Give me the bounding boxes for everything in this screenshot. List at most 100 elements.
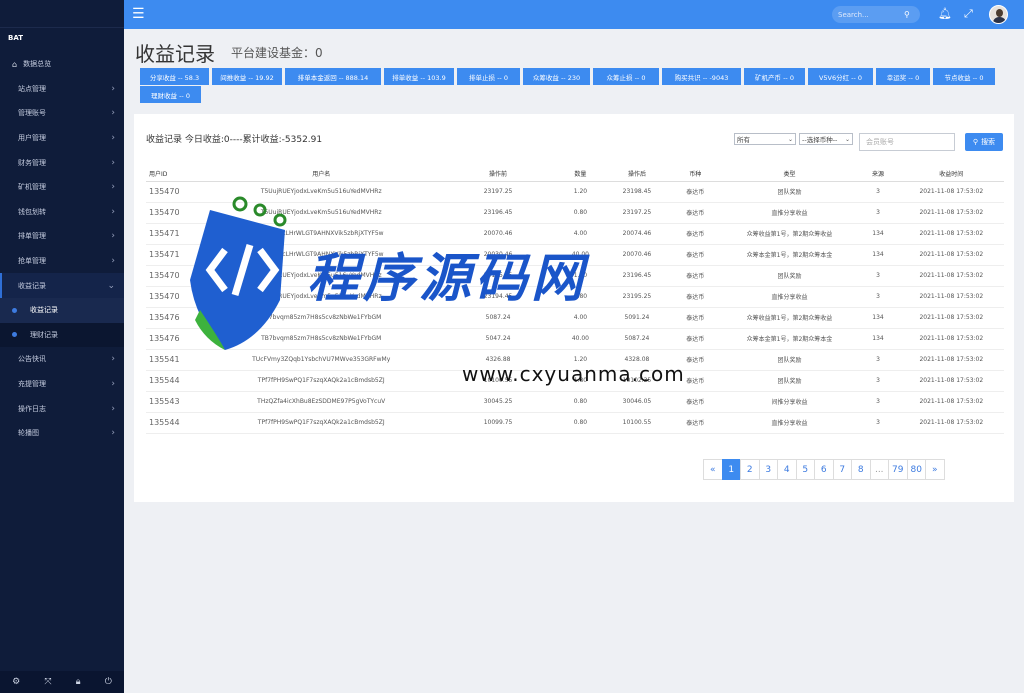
table-cell: 1.20 bbox=[555, 349, 605, 371]
summary-button[interactable]: 间推收益 -- 19.92 bbox=[212, 68, 282, 85]
sidebar-item[interactable]: 操作日志 › bbox=[0, 396, 124, 421]
summary-button[interactable]: 幸运奖 -- 0 bbox=[876, 68, 930, 85]
search-button[interactable]: ⚲ 搜索 bbox=[965, 133, 1003, 151]
chevron-right-icon: › bbox=[111, 256, 115, 267]
page-button[interactable]: 1 bbox=[721, 459, 741, 480]
page-button[interactable]: 80 bbox=[906, 459, 926, 480]
summary-button[interactable]: 矿机产币 -- 0 bbox=[744, 68, 805, 85]
avatar[interactable] bbox=[989, 5, 1008, 24]
sidebar-item-label: 财务管理 bbox=[18, 158, 46, 167]
table-cell: 5091.24 bbox=[604, 307, 670, 329]
table-cell: 2021-11-08 17:53:02 bbox=[898, 412, 1004, 434]
home-icon: ⌂ bbox=[12, 59, 18, 69]
sidebar-item[interactable]: 钱包划转 › bbox=[0, 200, 124, 225]
table-row: 135470 T5UujRUEYjodxLveKm5u516uYedMVHRz 23… bbox=[146, 202, 1004, 224]
table-cell: 135543 bbox=[146, 391, 203, 413]
sidebar-item-label: 收益记录 bbox=[18, 281, 46, 290]
page-button[interactable]: 6 bbox=[814, 459, 834, 480]
summary-button[interactable]: 排单收益 -- 103.9 bbox=[384, 68, 454, 85]
page-next-button[interactable]: » bbox=[925, 459, 945, 480]
table-cell: 23194.45 bbox=[440, 286, 556, 308]
page-button[interactable]: 4 bbox=[777, 459, 797, 480]
table-cell: 2021-11-08 17:53:02 bbox=[898, 244, 1004, 266]
sidebar-item[interactable]: 排单管理 › bbox=[0, 224, 124, 249]
table-row: 135476 TB7bvqm85zm7H8s5cv8zNbWe1FYbGM 5047… bbox=[146, 328, 1004, 350]
page-prev-button[interactable]: « bbox=[703, 459, 723, 480]
table-row: 135476 TB7bvqm85zm7H8s5cv8zNbWe1FYbGM 5087… bbox=[146, 307, 1004, 329]
page-button[interactable]: 7 bbox=[832, 459, 852, 480]
table-cell: 泰达币 bbox=[669, 286, 722, 308]
gear-icon[interactable]: ⚙ bbox=[12, 677, 20, 687]
table-cell: 134 bbox=[857, 244, 899, 266]
sidebar-subitem-label: 理财记录 bbox=[30, 330, 58, 339]
sidebar-item-earnings[interactable]: 收益记录 ⌄ bbox=[0, 273, 124, 298]
sidebar-item[interactable]: 充提管理 › bbox=[0, 372, 124, 397]
member-account-input[interactable] bbox=[859, 133, 955, 151]
type-select[interactable]: 所有 ⌄ bbox=[734, 133, 796, 145]
page-button[interactable]: 79 bbox=[888, 459, 908, 480]
column-header: 操作前 bbox=[440, 166, 556, 182]
summary-button[interactable]: 众筹收益 -- 230 bbox=[523, 68, 590, 85]
table-cell: 泰达币 bbox=[669, 244, 722, 266]
sidebar-subitem-label: 收益记录 bbox=[30, 306, 58, 315]
page-button[interactable]: 2 bbox=[740, 459, 760, 480]
table-cell: TB7bvqm85zm7H8s5cv8zNbWe1FYbGM bbox=[202, 307, 441, 329]
sidebar-item[interactable]: 轮播图 › bbox=[0, 421, 124, 446]
table-row: 135471 TKBoeUcLHrWLGT9AHNXVik5zbRjXTYF5w 2… bbox=[146, 223, 1004, 245]
table-cell: 135470 bbox=[146, 181, 203, 203]
sidebar-item[interactable]: 站点管理 › bbox=[0, 77, 124, 102]
summary-button[interactable]: 购买共识 -- -9043 bbox=[662, 68, 741, 85]
table-cell: TUcFVmy3ZQqb1YsbchVU7MWve353GRFwMy bbox=[202, 349, 441, 371]
lock-icon[interactable]: 🔒︎ bbox=[76, 677, 81, 687]
expand-icon[interactable]: ⤢ bbox=[964, 7, 973, 21]
table-cell: 40.00 bbox=[555, 244, 605, 266]
search-icon: ⚲ bbox=[972, 138, 979, 146]
table-cell: 134 bbox=[857, 328, 899, 350]
bell-icon[interactable]: 🔔︎ bbox=[938, 7, 952, 20]
table-cell: 23197.25 bbox=[440, 181, 556, 203]
table-cell: 30045.25 bbox=[440, 391, 556, 413]
summary-button[interactable]: 理财收益 -- 0 bbox=[140, 86, 201, 103]
summary-button[interactable]: V5V6分红 -- 0 bbox=[808, 68, 873, 85]
sidebar-item[interactable]: 财务管理 › bbox=[0, 150, 124, 175]
summary-button[interactable]: 节点收益 -- 0 bbox=[933, 68, 995, 85]
panel-title: 收益记录 今日收益:0----累计收益:-5352.91 bbox=[146, 135, 323, 145]
sidebar-subitem[interactable]: 收益记录 bbox=[0, 297, 124, 323]
power-icon[interactable]: ⏻ bbox=[105, 677, 112, 687]
sidebar-item[interactable]: 矿机管理 › bbox=[0, 175, 124, 200]
page-button[interactable]: 5 bbox=[795, 459, 815, 480]
table-cell: 134 bbox=[857, 223, 899, 245]
summary-button[interactable]: 众筹止损 -- 0 bbox=[593, 68, 659, 85]
chevron-right-icon: › bbox=[111, 403, 115, 414]
fullscreen-icon[interactable]: ⤧ bbox=[44, 677, 51, 687]
sidebar-item[interactable]: 公告快讯 › bbox=[0, 347, 124, 372]
chevron-right-icon: › bbox=[111, 133, 115, 144]
sidebar-item[interactable]: 用户管理 › bbox=[0, 126, 124, 151]
table-cell: 2021-11-08 17:53:02 bbox=[898, 349, 1004, 371]
page-title: 收益记录 bbox=[135, 42, 215, 66]
page-button[interactable]: 8 bbox=[851, 459, 871, 480]
summary-button[interactable]: 分享收益 -- 58.3 bbox=[140, 68, 209, 85]
top-search-input[interactable] bbox=[838, 10, 904, 19]
table-cell: T5UujRUEYjodxLveKm5u516uYedMVHRz bbox=[202, 202, 441, 224]
table-row: 135544 TPf7fPH9SwPQ1F7szqXAQk2a1cBmdsb5ZJ… bbox=[146, 370, 1004, 392]
table-cell: 135544 bbox=[146, 412, 203, 434]
table-cell: 1.20 bbox=[555, 181, 605, 203]
table-cell: 团队奖励 bbox=[721, 265, 858, 287]
sidebar-item[interactable]: 管理账号 › bbox=[0, 101, 124, 126]
menu-toggle-icon[interactable]: ☰ bbox=[132, 7, 145, 21]
page-button[interactable]: 3 bbox=[758, 459, 778, 480]
table-cell: TKBoeUcLHrWLGT9AHNXVik5zbRjXTYF5w bbox=[202, 244, 441, 266]
table-cell: 23195.25 bbox=[440, 265, 556, 287]
sidebar-item-label: 用户管理 bbox=[18, 134, 46, 143]
sidebar-subitem[interactable]: 理财记录 bbox=[0, 322, 124, 348]
search-icon[interactable]: ⚲ bbox=[904, 10, 910, 19]
coin-select[interactable]: --选择币种-- ⌄ bbox=[799, 133, 853, 145]
summary-button[interactable]: 排单本金返回 -- 888.14 bbox=[285, 68, 381, 85]
table-cell: 泰达币 bbox=[669, 349, 722, 371]
summary-button[interactable]: 排单止损 -- 0 bbox=[457, 68, 520, 85]
sidebar-item-dashboard[interactable]: ⌂ 数据总览 bbox=[0, 52, 124, 77]
sidebar-item[interactable]: 抢单管理 › bbox=[0, 249, 124, 274]
table-cell: 135476 bbox=[146, 328, 203, 350]
table-cell: 泰达币 bbox=[669, 181, 722, 203]
